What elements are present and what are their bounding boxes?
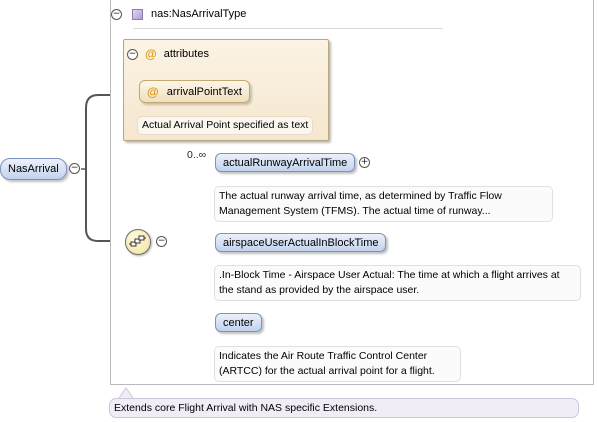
type-header-divider bbox=[133, 28, 443, 29]
element-documentation: Indicates the Air Route Traffic Control … bbox=[214, 346, 461, 382]
sequence-collapse-toggle[interactable]: − bbox=[156, 236, 167, 247]
attribute-at-icon: @ bbox=[145, 47, 157, 61]
attribute-documentation: Actual Arrival Point specified as text bbox=[137, 116, 314, 135]
element-documentation: The actual runway arrival time, as deter… bbox=[214, 186, 553, 222]
attribute-name: arrivalPointText bbox=[166, 85, 242, 98]
attributes-label: attributes bbox=[163, 48, 209, 60]
sequence-compositor-icon[interactable] bbox=[125, 229, 151, 255]
element-airspace-user-actual-in-block-time[interactable]: airspaceUserActualInBlockTime bbox=[215, 233, 387, 252]
extension-note: Extends core Flight Arrival with NAS spe… bbox=[109, 398, 579, 418]
doc-line: (ARTCC) for the actual arrival point for… bbox=[219, 365, 435, 377]
complex-type-header: − nas:NasArrivalType bbox=[111, 5, 246, 23]
doc-line: The actual runway arrival time, as deter… bbox=[219, 190, 502, 202]
attributes-header: − @ attributes bbox=[127, 47, 209, 61]
element-actual-runway-arrival-time[interactable]: actualRunwayArrivalTime bbox=[215, 153, 356, 172]
type-collapse-toggle[interactable]: − bbox=[111, 8, 122, 20]
doc-line: the stand as provided by the airspace us… bbox=[219, 284, 420, 296]
attribute-at-icon: @ bbox=[147, 84, 159, 99]
complex-type-name: nas:NasArrivalType bbox=[151, 8, 247, 20]
root-element-nas-arrival[interactable]: NasArrival bbox=[0, 158, 67, 180]
expand-toggle[interactable]: + bbox=[359, 157, 370, 168]
doc-line: Management System (TFMS). The actual tim… bbox=[219, 205, 491, 217]
element-documentation: .In-Block Time - Airspace User Actual: T… bbox=[214, 265, 581, 301]
doc-line: Indicates the Air Route Traffic Control … bbox=[219, 350, 428, 362]
doc-line: .In-Block Time - Airspace User Actual: T… bbox=[219, 269, 560, 281]
complex-type-icon bbox=[132, 8, 143, 20]
occurrence-label: 0..∞ bbox=[187, 149, 207, 161]
attribute-arrival-point-text[interactable]: @ arrivalPointText bbox=[139, 80, 250, 103]
attributes-collapse-toggle[interactable]: − bbox=[127, 48, 138, 60]
element-center[interactable]: center bbox=[215, 313, 262, 332]
root-collapse-toggle[interactable]: − bbox=[69, 163, 80, 174]
